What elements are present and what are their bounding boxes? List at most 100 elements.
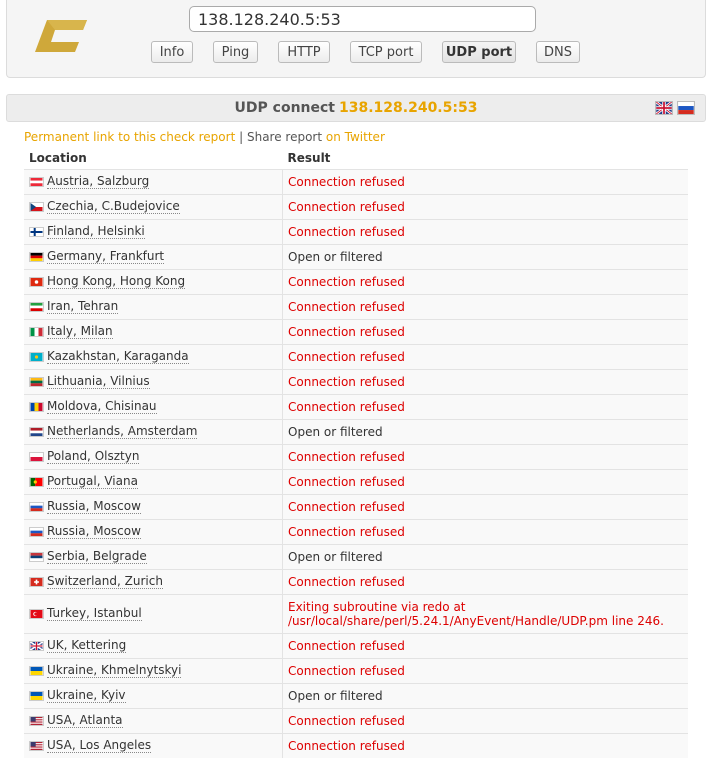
uk-flag-icon[interactable] [655,101,673,115]
result-cell: Connection refused [282,569,688,595]
twitter-link[interactable]: on Twitter [326,130,385,144]
location-link[interactable]: Austria, Salzburg [47,175,150,189]
location-cell: Portugal, Viana [24,469,283,495]
czechia-flag-icon [29,202,44,212]
location-link[interactable]: USA, Los Angeles [47,739,152,753]
result-header: Result [287,151,331,165]
location-cell: Kazakhstan, Karaganda [24,344,283,370]
location-link[interactable]: Germany, Frankfurt [47,250,165,264]
result-cell: Connection refused [282,394,688,420]
result-cell: Connection refused [282,294,688,320]
result-cell: Connection refused [282,658,688,684]
russia-flag-icon [29,527,44,537]
location-link[interactable]: Moldova, Chisinau [47,400,157,414]
udp-port-button[interactable]: UDP port [442,41,516,63]
result-cell: Connection refused [282,633,688,659]
table-row: Ukraine, Kyiv Open or filtered [24,683,688,709]
location-cell: USA, Los Angeles [24,733,283,758]
location-cell: Ukraine, Kyiv [24,683,283,709]
serbia-flag-icon [29,552,44,562]
location-cell: Switzerland, Zurich [24,569,283,595]
location-cell: Russia, Moscow [24,494,283,520]
location-link[interactable]: Finland, Helsinki [47,225,145,239]
location-link[interactable]: Russia, Moscow [47,525,141,539]
hongkong-flag-icon [29,277,44,287]
result-cell: Connection refused [282,519,688,545]
ukraine-flag-icon [29,666,44,676]
host-input[interactable] [189,6,536,32]
location-link[interactable]: USA, Atlanta [47,714,123,728]
table-row: Kazakhstan, Karaganda Connection refused [24,344,688,370]
location-cell: Netherlands, Amsterdam [24,419,283,445]
location-link[interactable]: Turkey, Istanbul [47,607,142,621]
table-row: Austria, Salzburg Connection refused [24,169,688,195]
result-cell: Connection refused [282,194,688,220]
location-cell: Serbia, Belgrade [24,544,283,570]
report-title: UDP connect [234,100,335,116]
report-host: 138.128.240.5:53 [339,100,478,116]
location-link[interactable]: Ukraine, Kyiv [47,689,126,703]
result-cell: Open or filtered [282,683,688,709]
http-button[interactable]: HTTP [278,41,330,63]
location-header: Location [29,151,87,165]
location-link[interactable]: Hong Kong, Hong Kong [47,275,186,289]
share-label: | Share report [239,130,323,144]
usa-flag-icon [29,741,44,751]
tool-buttons: Info Ping HTTP TCP port UDP port DNS [7,41,707,65]
table-row: USA, Los Angeles Connection refused [24,733,688,758]
result-cell: Connection refused [282,444,688,470]
tcp-port-button[interactable]: TCP port [350,41,422,63]
location-cell: Italy, Milan [24,319,283,345]
table-row: Finland, Helsinki Connection refused [24,219,688,245]
table-row: Czechia, C.Budejovice Connection refused [24,194,688,220]
results-table: Location Result Austria, Salzburg Connect… [24,147,688,758]
uk-flag-icon [29,641,44,651]
location-link[interactable]: UK, Kettering [47,639,127,653]
table-row: Russia, Moscow Connection refused [24,494,688,520]
result-cell: Exiting subroutine via redo at /usr/loca… [282,594,688,634]
location-cell: Lithuania, Vilnius [24,369,283,395]
report-header: UDP connect 138.128.240.5:53 [6,94,706,122]
result-cell: Connection refused [282,169,688,195]
table-row: Moldova, Chisinau Connection refused [24,394,688,420]
result-cell: Connection refused [282,319,688,345]
location-link[interactable]: Poland, Olsztyn [47,450,140,464]
russia-flag-icon[interactable] [677,101,695,115]
info-button[interactable]: Info [151,41,193,63]
iran-flag-icon [29,302,44,312]
location-link[interactable]: Kazakhstan, Karaganda [47,350,189,364]
table-row: Serbia, Belgrade Open or filtered [24,544,688,570]
ping-button[interactable]: Ping [213,41,258,63]
location-link[interactable]: Ukraine, Khmelnytskyi [47,664,182,678]
netherlands-flag-icon [29,427,44,437]
report-links: Permanent link to this check report | Sh… [24,130,385,144]
table-row: Ukraine, Khmelnytskyi Connection refused [24,658,688,684]
poland-flag-icon [29,452,44,462]
location-cell: Czechia, C.Budejovice [24,194,283,220]
result-cell: Connection refused [282,733,688,758]
permalink-link[interactable]: Permanent link to this check report [24,130,235,144]
location-link[interactable]: Switzerland, Zurich [47,575,163,589]
location-cell: USA, Atlanta [24,708,283,734]
table-row: Turkey, Istanbul Exiting subroutine via r… [24,594,688,634]
table-row: Iran, Tehran Connection refused [24,294,688,320]
location-link[interactable]: Netherlands, Amsterdam [47,425,198,439]
location-link[interactable]: Italy, Milan [47,325,113,339]
result-cell: Open or filtered [282,419,688,445]
location-link[interactable]: Czechia, C.Budejovice [47,200,180,214]
table-row: UK, Kettering Connection refused [24,633,688,659]
result-cell: Connection refused [282,269,688,295]
location-link[interactable]: Portugal, Viana [47,475,138,489]
location-cell: Germany, Frankfurt [24,244,283,270]
location-link[interactable]: Serbia, Belgrade [47,550,147,564]
location-cell: Russia, Moscow [24,519,283,545]
result-cell: Connection refused [282,494,688,520]
turkey-flag-icon [29,609,44,619]
location-cell: Finland, Helsinki [24,219,283,245]
dns-button[interactable]: DNS [536,41,580,63]
location-cell: Moldova, Chisinau [24,394,283,420]
location-link[interactable]: Iran, Tehran [47,300,119,314]
location-link[interactable]: Lithuania, Vilnius [47,375,150,389]
result-cell: Connection refused [282,369,688,395]
location-link[interactable]: Russia, Moscow [47,500,141,514]
